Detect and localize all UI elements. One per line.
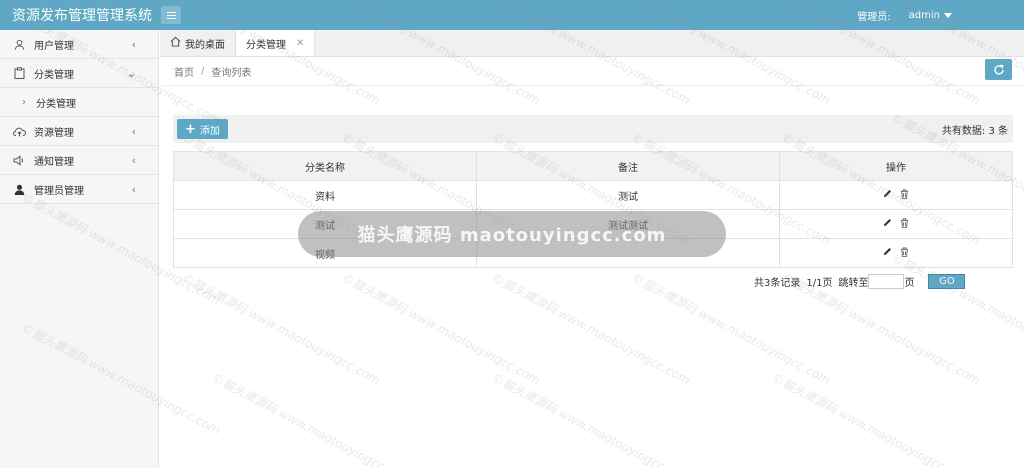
breadcrumb-separator: / — [201, 65, 205, 77]
category-table: 分类名称 备注 操作 资料 测试 测试 测试测试 视频 — [173, 151, 1013, 268]
sidebar-item-label: 管理员管理 — [34, 185, 84, 197]
edit-icon[interactable] — [883, 189, 892, 201]
cell-actions — [779, 238, 1013, 268]
sidebar-item-resource-management[interactable]: 资源管理 ‹ — [0, 117, 158, 146]
add-button-label: 添加 — [199, 125, 220, 137]
watermark: ©猫头鹰源码 www.maotouyingcc.com — [489, 270, 693, 388]
sidebar: 用户管理 ‹ 分类管理 ⌄ › 分类管理 资源管理 ‹ 通知管理 ‹ 管理员管理… — [0, 30, 159, 468]
tab-label: 分类管理 — [246, 39, 286, 51]
plus-icon: + — [185, 121, 196, 137]
watermark: ©猫头鹰源码 www.maotouyingcc.com — [489, 370, 693, 468]
watermark: ©猫头鹰源码 www.maotouyingcc.com — [209, 370, 413, 468]
top-bar: 资源发布管理管理系统 管理员: admin — [0, 0, 1024, 30]
chevron-left-icon: ‹ — [131, 153, 136, 167]
sidebar-item-label: 通知管理 — [34, 156, 74, 168]
cell-name: 视频 — [173, 238, 477, 268]
sidebar-item-notice-management[interactable]: 通知管理 ‹ — [0, 146, 158, 175]
user-area: 管理员: admin — [857, 8, 952, 23]
watermark: ©猫头鹰源码 www.maotouyingcc.com — [339, 270, 543, 388]
cell-actions — [779, 180, 1013, 210]
sidebar-item-label: 用户管理 — [34, 40, 74, 52]
trash-icon[interactable] — [900, 247, 909, 260]
go-button[interactable]: GO — [928, 274, 966, 289]
user-outline-icon — [12, 37, 26, 51]
sidebar-subitem-label: 分类管理 — [36, 98, 76, 110]
trash-icon[interactable] — [900, 189, 909, 202]
app-title: 资源发布管理管理系统 — [12, 8, 152, 24]
table-toolbar: + 添加 共有数据: 3 条 — [173, 115, 1013, 143]
pagination: 共3条记录 1/1页 跳转至 页 GO — [754, 274, 966, 289]
refresh-button[interactable] — [985, 59, 1012, 80]
tab-label: 我的桌面 — [185, 39, 225, 51]
sidebar-item-label: 分类管理 — [34, 69, 74, 81]
breadcrumb: 首页 / 查询列表 — [160, 57, 1024, 86]
sidebar-item-label: 资源管理 — [34, 127, 74, 139]
close-icon[interactable]: ✕ — [296, 38, 304, 49]
sidebar-item-category-management[interactable]: 分类管理 ⌄ — [0, 59, 158, 88]
speaker-icon — [12, 153, 26, 167]
column-header-actions: 操作 — [779, 151, 1013, 181]
cell-remark: 测试测试 — [476, 209, 780, 239]
user-filled-icon — [12, 182, 26, 196]
cloud-upload-icon — [12, 124, 26, 138]
page-indicator: 1/1页 — [806, 278, 833, 289]
page-unit-label: 页 — [904, 278, 915, 289]
column-header-remark: 备注 — [476, 151, 780, 181]
total-count: 共有数据: 3 条 — [941, 125, 1008, 137]
edit-icon[interactable] — [883, 247, 892, 259]
admin-label: 管理员: — [857, 11, 891, 23]
chevron-down-icon: ⌄ — [126, 66, 136, 80]
table-header-row: 分类名称 备注 操作 — [173, 151, 1013, 181]
chevron-left-icon: ‹ — [131, 124, 136, 138]
page-jump-input[interactable] — [868, 274, 905, 289]
table-row: 资料 测试 — [173, 180, 1013, 210]
cell-remark — [476, 238, 780, 268]
chevron-left-icon: ‹ — [131, 182, 136, 196]
admin-name: admin — [908, 9, 940, 21]
table-row: 测试 测试测试 — [173, 209, 1013, 239]
caret-down-icon — [944, 12, 952, 18]
watermark: ©猫头鹰源码 www.maotouyingcc.com — [179, 270, 383, 388]
clipboard-icon — [12, 66, 26, 80]
sidebar-subitem-category-management[interactable]: › 分类管理 — [0, 88, 158, 117]
home-icon — [170, 36, 181, 50]
chevron-left-icon: ‹ — [131, 37, 136, 51]
jump-label: 跳转至 — [838, 278, 869, 289]
watermark: ©猫头鹰源码 www.maotouyingcc.com — [769, 370, 973, 468]
tab-bar: 我的桌面 分类管理 ✕ — [160, 30, 1024, 57]
breadcrumb-current: 查询列表 — [211, 67, 252, 79]
tab-my-desktop[interactable]: 我的桌面 — [160, 30, 236, 56]
sidebar-item-admin-management[interactable]: 管理员管理 ‹ — [0, 175, 158, 204]
admin-dropdown[interactable]: admin — [909, 10, 952, 21]
table-row: 视频 — [173, 238, 1013, 268]
edit-icon[interactable] — [883, 218, 892, 230]
cell-name: 测试 — [173, 209, 477, 239]
record-count: 共3条记录 — [754, 278, 801, 289]
trash-icon[interactable] — [900, 218, 909, 231]
cell-name: 资料 — [173, 180, 477, 210]
menu-toggle-icon[interactable] — [161, 6, 181, 24]
chevron-right-icon: › — [22, 96, 26, 108]
refresh-icon — [993, 64, 1004, 75]
sidebar-item-user-management[interactable]: 用户管理 ‹ — [0, 30, 158, 59]
tab-category-management[interactable]: 分类管理 ✕ — [236, 30, 316, 56]
column-header-name: 分类名称 — [173, 151, 477, 181]
add-button[interactable]: + 添加 — [177, 119, 228, 139]
cell-remark: 测试 — [476, 180, 780, 210]
cell-actions — [779, 209, 1013, 239]
breadcrumb-home[interactable]: 首页 — [174, 64, 194, 79]
